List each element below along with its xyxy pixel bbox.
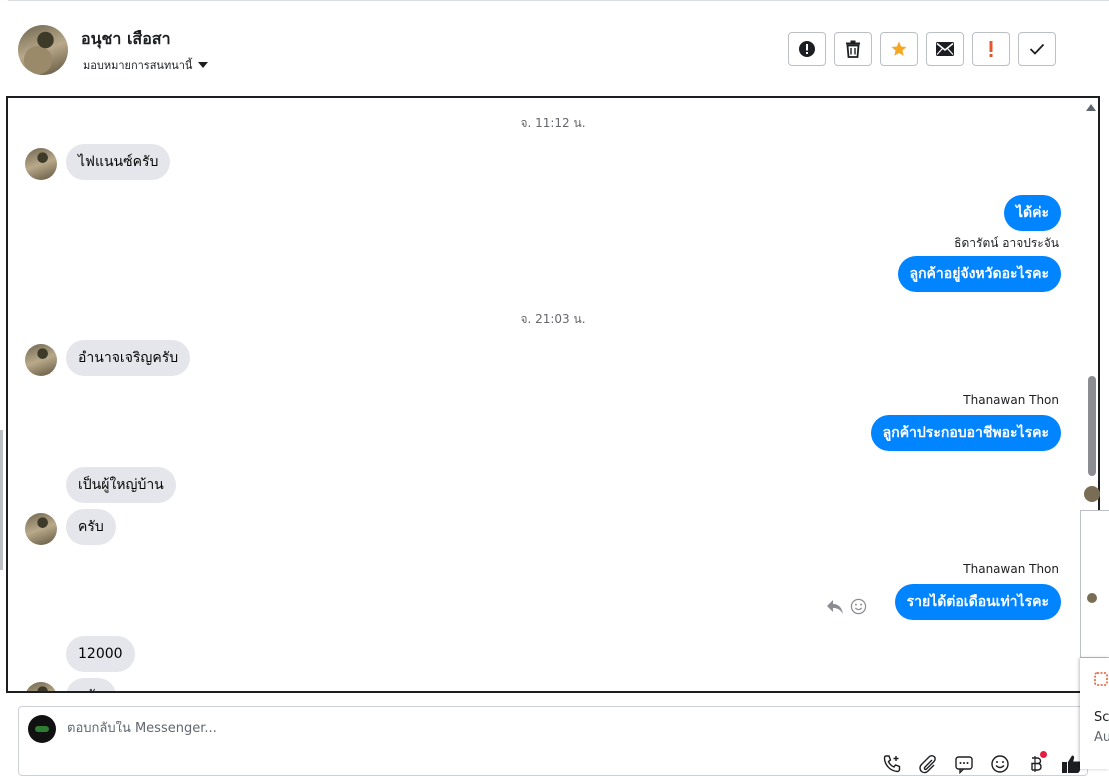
emoji-button[interactable]: [989, 753, 1011, 775]
react-emoji-icon[interactable]: [850, 598, 867, 615]
notification-dot: [1040, 751, 1047, 758]
side-card-line: Sc: [1094, 710, 1109, 725]
contact-name[interactable]: อนุชา เสือสา: [81, 27, 171, 52]
side-card[interactable]: Sc Au: [1080, 658, 1109, 769]
scroll-thumb[interactable]: [1088, 376, 1096, 476]
message-thread[interactable]: จ. 11:12 น. ไฟแนนซ์ครับ ได้ค่ะ ธิดารัตน์…: [6, 96, 1100, 693]
contact-avatar-small: [25, 148, 57, 180]
saved-replies-button[interactable]: [953, 753, 975, 775]
call-button[interactable]: [881, 753, 903, 775]
contact-avatar[interactable]: [18, 25, 68, 75]
side-card-line: Au: [1094, 730, 1109, 745]
message-tools: [826, 598, 867, 615]
composer-toolbar: [881, 751, 1083, 775]
trash-icon: [846, 40, 860, 58]
follow-up-button[interactable]: [972, 32, 1010, 66]
delete-button[interactable]: [834, 32, 872, 66]
spam-button[interactable]: [788, 32, 826, 66]
incoming-message[interactable]: อำนาจเจริญครับ: [66, 340, 191, 376]
side-preview-box[interactable]: [1080, 510, 1109, 658]
sender-name: Thanawan Thon: [963, 393, 1059, 407]
spam-icon: [799, 41, 815, 57]
payment-icon: [1031, 756, 1042, 772]
incoming-message[interactable]: ไฟแนนซ์ครับ: [66, 144, 171, 180]
contact-avatar-small: [25, 344, 57, 376]
sender-name: Thanawan Thon: [963, 562, 1059, 576]
assign-conversation-dropdown[interactable]: มอบหมายการสนทนานี้: [83, 56, 209, 74]
contact-avatar-small: [25, 513, 57, 545]
incoming-message[interactable]: ครับ: [66, 509, 116, 545]
outgoing-message[interactable]: ลูกค้าประกอบอาชีพอะไรคะ: [870, 415, 1061, 451]
caret-down-icon: [198, 62, 209, 68]
payment-button[interactable]: [1025, 751, 1047, 775]
app-logo-icon: [1094, 672, 1108, 686]
done-button[interactable]: [1018, 32, 1056, 66]
assign-label: มอบหมายการสนทนานี้: [83, 59, 193, 72]
incoming-message[interactable]: เป็นผู้ใหญ่บ้าน: [66, 467, 176, 503]
attachment-icon: [919, 755, 936, 774]
outgoing-message[interactable]: ลูกค้าอยู่จังหวัดอะไรคะ: [897, 256, 1061, 292]
mark-unread-button[interactable]: [926, 32, 964, 66]
incoming-message[interactable]: 12000: [66, 636, 135, 672]
emoji-icon: [991, 755, 1009, 773]
exclamation-icon: [989, 41, 993, 57]
timestamp: จ. 21:03 น.: [520, 312, 586, 326]
header-actions: [788, 32, 1056, 66]
phone-plus-icon: [883, 755, 901, 773]
mail-icon: [936, 42, 954, 56]
reply-icon[interactable]: [826, 599, 844, 615]
sender-name: ธิดารัตน์ อาจประจัน: [954, 236, 1059, 250]
side-panel-peek: Sc Au: [1080, 482, 1109, 769]
check-icon: [1029, 43, 1045, 55]
timestamp: จ. 11:12 น.: [520, 116, 586, 130]
outgoing-message[interactable]: ได้ค่ะ: [1003, 195, 1061, 231]
conversation-header: อนุชา เสือสา มอบหมายการสนทนานี้: [0, 0, 1109, 95]
page-avatar: [28, 715, 56, 743]
side-preview-avatar: [1087, 593, 1097, 603]
star-icon: [891, 41, 907, 56]
incoming-message[interactable]: ครับ: [66, 678, 116, 691]
reply-input[interactable]: [67, 721, 567, 736]
side-avatar[interactable]: [1084, 486, 1100, 502]
contact-avatar-small: [25, 682, 57, 691]
reply-composer: [18, 706, 1088, 776]
scroll-up-arrow-icon[interactable]: [1086, 104, 1096, 111]
outgoing-message[interactable]: รายได้ต่อเดือนเท่าไรคะ: [894, 584, 1061, 620]
attach-button[interactable]: [917, 753, 939, 775]
saved-reply-icon: [955, 756, 973, 774]
left-panel-edge: [0, 430, 3, 570]
star-button[interactable]: [880, 32, 918, 66]
